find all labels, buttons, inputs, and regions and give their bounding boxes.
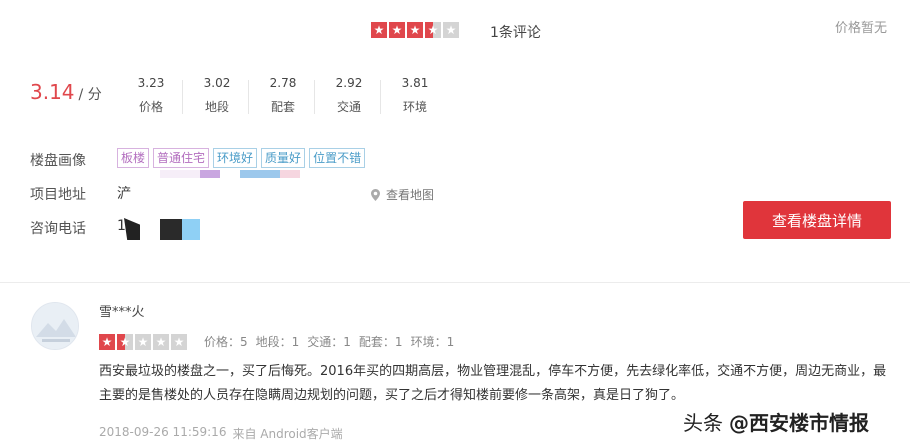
star-empty-icon xyxy=(135,334,151,350)
overall-score: 3.14/ 分 xyxy=(30,80,102,104)
review-source: 来自 Android客户端 xyxy=(232,427,343,441)
review-score-environment: 环境：1 xyxy=(410,335,455,349)
sub-score-value: 2.78 xyxy=(269,76,297,90)
star-icon xyxy=(389,22,405,38)
sub-score-value: 3.81 xyxy=(401,76,429,90)
sub-score-value: 3.02 xyxy=(203,76,231,90)
star-icon xyxy=(371,22,387,38)
star-empty-icon xyxy=(443,22,459,38)
price-status: 价格暂无 xyxy=(835,21,888,36)
watermark-text: @西安楼市情报 xyxy=(729,411,869,435)
redaction-block xyxy=(160,170,200,178)
star-empty-icon xyxy=(153,334,169,350)
tag-ordinary-residence: 普通住宅 xyxy=(153,148,210,168)
address-value: 浐 xyxy=(117,186,131,202)
profile-tags: 板楼 普通住宅 环境好 质量好 位置不错 xyxy=(117,148,369,168)
view-map-link[interactable]: 查看地图 xyxy=(371,186,434,203)
sub-score-value: 3.23 xyxy=(137,76,165,90)
view-map-label: 查看地图 xyxy=(386,188,435,202)
review-meta: 2018-09-26 11:59:16 来自 Android客户端 xyxy=(99,425,349,442)
sub-score-label: 交通 xyxy=(336,100,361,114)
review-count-link[interactable]: 1条评论 xyxy=(490,22,541,42)
score-value: 3.14 xyxy=(30,80,75,104)
overall-rating-stars xyxy=(371,22,461,38)
redaction-block xyxy=(182,219,200,240)
redaction-block xyxy=(124,218,140,240)
review-score-amenities: 配套：1 xyxy=(358,335,403,349)
star-icon xyxy=(407,22,423,38)
sub-score-label: 地段 xyxy=(204,100,229,114)
star-half-icon xyxy=(117,334,133,350)
review-score-transport: 交通：1 xyxy=(307,335,351,349)
avatar-placeholder-icon xyxy=(32,303,78,349)
star-icon xyxy=(99,334,115,350)
tag-slab-building: 板楼 xyxy=(117,148,150,168)
review-timestamp: 2018-09-26 11:59:16 xyxy=(99,425,227,439)
sub-score-environment: 3.81 环境 xyxy=(395,76,435,115)
score-unit: / 分 xyxy=(78,87,102,103)
star-empty-icon xyxy=(171,334,187,350)
divider xyxy=(248,80,249,114)
redaction-block xyxy=(200,170,220,178)
review-sub-scores: 价格：5 地段：1 交通：1 配套：1 环境：1 xyxy=(204,333,462,350)
sub-score-amenities: 2.78 配套 xyxy=(263,76,303,115)
sub-score-label: 配套 xyxy=(270,100,295,114)
review-score-location: 地段：1 xyxy=(255,335,300,349)
sub-score-label: 价格 xyxy=(138,100,163,114)
location-pin-icon xyxy=(371,188,380,201)
sub-score-value: 2.92 xyxy=(335,76,363,90)
review-user-name[interactable]: 雪***火 xyxy=(99,301,145,320)
tag-good-environment: 环境好 xyxy=(213,148,258,168)
tag-good-location: 位置不错 xyxy=(309,148,366,168)
redaction-block xyxy=(240,170,280,178)
profile-label: 楼盘画像 xyxy=(30,153,86,169)
divider xyxy=(314,80,315,114)
sub-score-label: 环境 xyxy=(402,100,427,114)
address-label: 项目地址 xyxy=(30,187,86,203)
view-details-button[interactable]: 查看楼盘详情 xyxy=(743,201,891,239)
review-text: 西安最垃圾的楼盘之一，买了后悔死。2016年买的四期高层，物业管理混乱，停车不方… xyxy=(99,364,887,403)
divider xyxy=(182,80,183,114)
sub-score-transport: 2.92 交通 xyxy=(329,76,369,115)
divider xyxy=(380,80,381,114)
review-score-price: 价格：5 xyxy=(204,335,248,349)
redaction-block xyxy=(280,170,300,178)
section-divider xyxy=(0,282,910,283)
phone-label: 咨询电话 xyxy=(30,221,86,237)
sub-score-price: 3.23 价格 xyxy=(131,76,171,115)
sub-score-location: 3.02 地段 xyxy=(197,76,237,115)
watermark: 头条 @西安楼市情报 xyxy=(683,407,869,436)
redaction-block xyxy=(160,219,182,240)
watermark-prefix: 头条 xyxy=(683,411,723,435)
review-rating-stars xyxy=(99,334,189,350)
user-avatar[interactable] xyxy=(31,302,79,350)
tag-good-quality: 质量好 xyxy=(261,148,306,168)
star-half-icon xyxy=(425,22,441,38)
